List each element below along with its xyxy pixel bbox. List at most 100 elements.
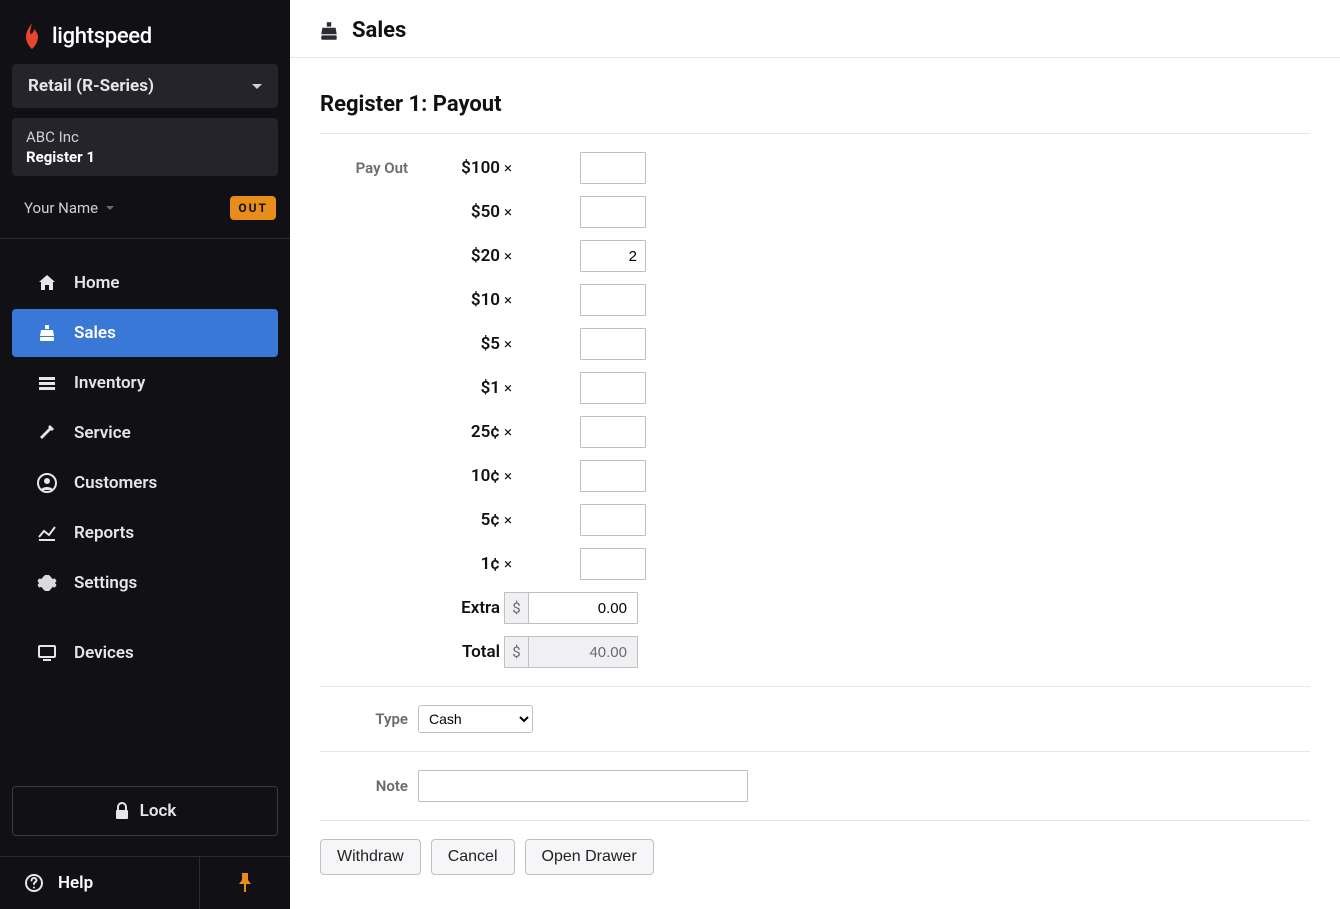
sidebar: lightspeed Retail (R-Series) ABC Inc Reg…	[0, 0, 290, 909]
nav-devices[interactable]: Devices	[12, 629, 278, 677]
clock-out-badge[interactable]: OUT	[230, 196, 276, 220]
extra-label: Extra	[418, 598, 500, 618]
nav-service[interactable]: Service	[12, 409, 278, 457]
lock-icon	[114, 802, 130, 820]
denom-label-5c: 5¢	[418, 510, 500, 530]
x-mark: ×	[504, 247, 512, 265]
nav-label: Devices	[74, 643, 134, 663]
user-row: Your Name OUT	[0, 190, 290, 239]
company-register-box[interactable]: ABC Inc Register 1	[12, 118, 278, 176]
denom-input-25c[interactable]	[580, 416, 646, 448]
denom-input-5c[interactable]	[580, 504, 646, 536]
user-dropdown[interactable]: Your Name	[24, 199, 114, 217]
denom-input-1c[interactable]	[580, 548, 646, 580]
nav-label: Home	[74, 273, 120, 293]
gear-icon	[36, 573, 58, 593]
note-label: Note	[320, 777, 408, 795]
note-input[interactable]	[418, 770, 748, 802]
denom-input-10c[interactable]	[580, 460, 646, 492]
nav-label: Service	[74, 423, 131, 443]
lock-button[interactable]: Lock	[12, 786, 278, 836]
x-mark: ×	[504, 203, 512, 221]
flame-icon	[20, 22, 44, 50]
x-mark: ×	[504, 291, 512, 309]
nav-label: Inventory	[74, 373, 145, 393]
home-icon	[36, 273, 58, 293]
total-output	[528, 636, 638, 668]
product-dropdown[interactable]: Retail (R-Series)	[12, 64, 278, 108]
nav: Home Sales Inventory Service Customers	[0, 239, 290, 770]
main-content: Sales Register 1: Payout Pay Out$100× $5…	[290, 0, 1340, 909]
brand-name: lightspeed	[52, 24, 152, 49]
register-icon	[36, 323, 58, 343]
nav-customers[interactable]: Customers	[12, 459, 278, 507]
denom-input-1[interactable]	[580, 372, 646, 404]
x-mark: ×	[504, 555, 512, 573]
chevron-down-icon	[106, 206, 114, 210]
extra-input[interactable]	[528, 592, 638, 624]
type-section: Type Cash	[320, 687, 1310, 752]
denom-input-100[interactable]	[580, 152, 646, 184]
denom-label-1c: 1¢	[418, 554, 500, 574]
payout-section: Pay Out$100× $50× $20× $10× $5× $1× 25¢×…	[320, 134, 1310, 687]
denom-label-1: $1	[418, 378, 500, 398]
nav-home[interactable]: Home	[12, 259, 278, 307]
page-content: Register 1: Payout Pay Out$100× $50× $20…	[290, 58, 1340, 909]
product-label: Retail (R-Series)	[28, 76, 154, 96]
x-mark: ×	[504, 159, 512, 177]
type-select[interactable]: Cash	[418, 705, 533, 733]
help-label: Help	[58, 873, 93, 893]
x-mark: ×	[504, 423, 512, 441]
currency-prefix: $	[504, 592, 528, 624]
nav-inventory[interactable]: Inventory	[12, 359, 278, 407]
payout-label: Pay Out	[320, 159, 408, 177]
page-subtitle: Register 1: Payout	[320, 92, 1310, 134]
user-name-label: Your Name	[24, 199, 98, 217]
open-drawer-button[interactable]: Open Drawer	[525, 839, 654, 875]
denom-label-25c: 25¢	[418, 422, 500, 442]
denom-label-100: $100	[418, 158, 500, 178]
x-mark: ×	[504, 379, 512, 397]
inventory-icon	[36, 373, 58, 393]
type-label: Type	[320, 710, 408, 728]
monitor-icon	[36, 643, 58, 663]
denom-input-10[interactable]	[580, 284, 646, 316]
page-header: Sales	[290, 0, 1340, 58]
denom-label-10c: 10¢	[418, 466, 500, 486]
chevron-down-icon	[252, 84, 262, 89]
company-name: ABC Inc	[26, 128, 264, 146]
hammer-icon	[36, 423, 58, 443]
denom-input-20[interactable]	[580, 240, 646, 272]
cancel-button[interactable]: Cancel	[431, 839, 515, 875]
lock-label: Lock	[140, 801, 177, 821]
denom-label-20: $20	[418, 246, 500, 266]
nav-reports[interactable]: Reports	[12, 509, 278, 557]
nav-sales[interactable]: Sales	[12, 309, 278, 357]
denom-input-50[interactable]	[580, 196, 646, 228]
brand-logo: lightspeed	[0, 0, 290, 64]
x-mark: ×	[504, 467, 512, 485]
nav-label: Reports	[74, 523, 134, 543]
x-mark: ×	[504, 335, 512, 353]
page-title: Sales	[352, 18, 406, 43]
buttons-section: Withdraw Cancel Open Drawer	[320, 821, 1310, 893]
nav-label: Customers	[74, 473, 157, 493]
currency-prefix: $	[504, 636, 528, 668]
denom-input-5[interactable]	[580, 328, 646, 360]
nav-settings[interactable]: Settings	[12, 559, 278, 607]
total-label: Total	[418, 642, 500, 662]
x-mark: ×	[504, 511, 512, 529]
denom-label-5: $5	[418, 334, 500, 354]
chart-icon	[36, 523, 58, 543]
help-button[interactable]: Help	[0, 857, 200, 909]
pin-button[interactable]	[200, 857, 290, 909]
register-name: Register 1	[26, 148, 264, 166]
denom-label-10: $10	[418, 290, 500, 310]
withdraw-button[interactable]: Withdraw	[320, 839, 421, 875]
pin-icon	[237, 873, 253, 893]
register-icon	[318, 20, 340, 42]
help-icon	[24, 873, 44, 893]
nav-label: Settings	[74, 573, 137, 593]
note-section: Note	[320, 752, 1310, 821]
denom-label-50: $50	[418, 202, 500, 222]
